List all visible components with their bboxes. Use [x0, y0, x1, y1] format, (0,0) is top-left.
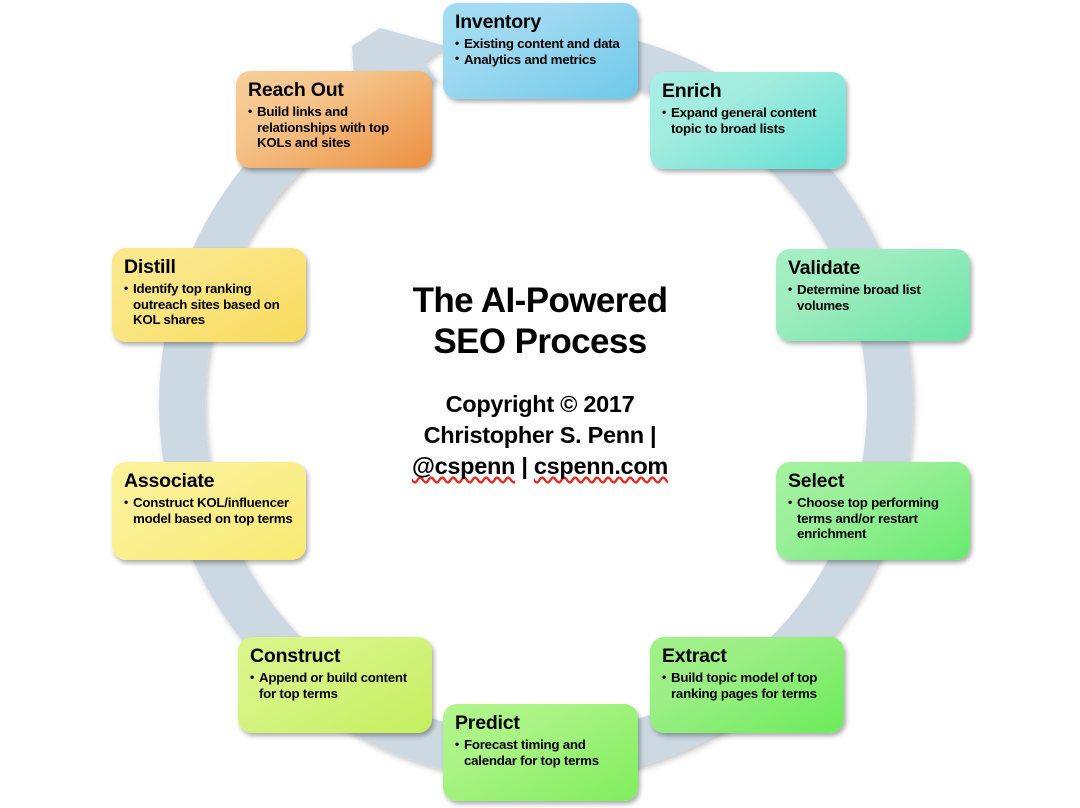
step-title-predict: Predict — [455, 712, 520, 734]
step-node-extract[interactable]: Extract Build topic model of top ranking… — [650, 637, 844, 733]
step-node-construct[interactable]: Construct Append or build content for to… — [238, 637, 432, 733]
copyright-line: Copyright © 2017 — [445, 390, 635, 417]
step-bullets-validate: Determine broad list volumes — [788, 282, 958, 313]
step-bullets-predict: Forecast timing and calendar for top ter… — [455, 737, 626, 768]
diagram-title-line-1: The AI-Powered — [412, 281, 668, 320]
step-bullets-reach-out: Build links and relationships with top K… — [248, 104, 420, 151]
step-title-enrich: Enrich — [662, 80, 722, 102]
step-node-select[interactable]: Select Choose top performing terms and/o… — [776, 462, 970, 560]
step-node-associate[interactable]: Associate Construct KOL/influencer model… — [112, 462, 306, 560]
diagram-title: The AI-Powered SEO Process — [300, 280, 780, 363]
step-title-construct: Construct — [250, 645, 341, 667]
bullet: Build links and relationships with top K… — [248, 104, 420, 151]
bullet: Determine broad list volumes — [788, 282, 958, 313]
separator: | — [515, 453, 534, 480]
copyright-block: Copyright © 2017 Christopher S. Penn | @… — [300, 389, 780, 483]
step-title-select: Select — [788, 470, 845, 492]
twitter-handle: @cspenn — [412, 453, 516, 480]
step-bullets-construct: Append or build content for top terms — [250, 670, 420, 701]
diagram-title-line-2: SEO Process — [433, 322, 647, 362]
author-line: Christopher S. Penn | — [423, 421, 657, 448]
step-node-reach-out[interactable]: Reach Out Build links and relationships … — [236, 71, 432, 168]
website-url: cspenn.com — [533, 453, 668, 480]
bullet: Existing content and data — [455, 36, 626, 52]
bullet: Expand general content topic to broad li… — [662, 105, 834, 136]
step-title-inventory: Inventory — [455, 11, 541, 33]
step-node-distill[interactable]: Distill Identify top ranking outreach si… — [112, 248, 306, 342]
step-bullets-associate: Construct KOL/influencer model based on … — [124, 495, 294, 526]
step-title-distill: Distill — [124, 256, 176, 278]
step-bullets-inventory: Existing content and data Analytics and … — [455, 36, 626, 67]
bullet: Construct KOL/influencer model based on … — [124, 495, 294, 526]
step-node-inventory[interactable]: Inventory Existing content and data Anal… — [443, 3, 638, 99]
step-node-enrich[interactable]: Enrich Expand general content topic to b… — [650, 72, 846, 169]
seo-process-diagram: Inventory Existing content and data Anal… — [0, 0, 1080, 808]
step-title-extract: Extract — [662, 645, 727, 667]
step-title-associate: Associate — [124, 470, 215, 492]
bullet: Forecast timing and calendar for top ter… — [455, 737, 626, 768]
bullet: Append or build content for top terms — [250, 670, 420, 701]
handle-line: @cspenn | cspenn.com — [300, 451, 780, 482]
step-node-predict[interactable]: Predict Forecast timing and calendar for… — [443, 704, 638, 801]
step-bullets-enrich: Expand general content topic to broad li… — [662, 105, 834, 136]
step-bullets-distill: Identify top ranking outreach sites base… — [124, 281, 294, 328]
center-text-block: The AI-Powered SEO Process Copyright © 2… — [300, 280, 780, 482]
bullet: Identify top ranking outreach sites base… — [124, 281, 294, 328]
bullet: Build topic model of top ranking pages f… — [662, 670, 832, 701]
step-title-validate: Validate — [788, 257, 861, 279]
bullet: Choose top performing terms and/or resta… — [788, 495, 958, 542]
step-node-validate[interactable]: Validate Determine broad list volumes — [776, 249, 970, 341]
step-bullets-extract: Build topic model of top ranking pages f… — [662, 670, 832, 701]
bullet: Analytics and metrics — [455, 51, 626, 68]
step-title-reach-out: Reach Out — [248, 79, 344, 101]
step-bullets-select: Choose top performing terms and/or resta… — [788, 495, 958, 542]
